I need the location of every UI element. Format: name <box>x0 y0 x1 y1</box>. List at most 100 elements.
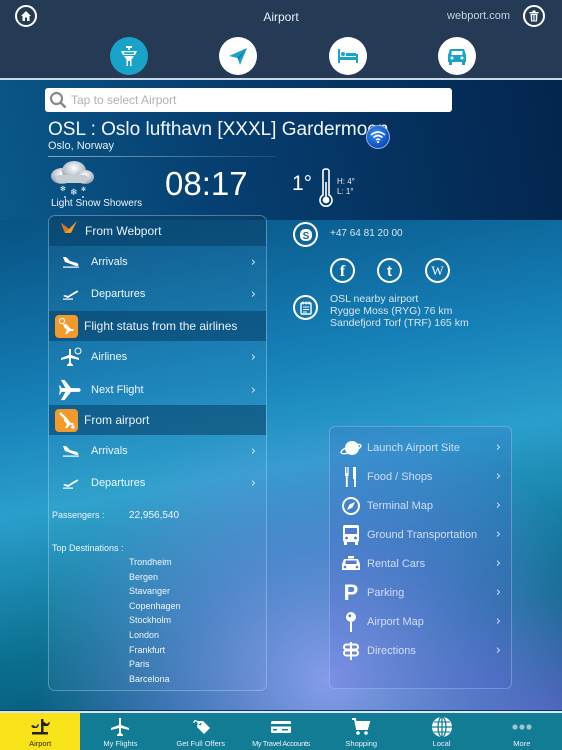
directions-row[interactable]: Directions › <box>330 636 511 665</box>
destination-item: Copenhagen <box>129 601 181 611</box>
plane-takeoff-icon <box>59 288 83 300</box>
top-bar: Airport webport.com <box>0 0 562 80</box>
airport-name: OSL : Oslo lufthavn [XXXL] Gardermoen <box>48 119 389 140</box>
chevron-right-icon: › <box>495 469 501 484</box>
bus-icon <box>340 524 362 546</box>
trash-icon <box>529 10 539 22</box>
tab-more[interactable]: More <box>482 713 562 750</box>
destination-item: Bergen <box>129 572 159 582</box>
nav-hotel-button[interactable] <box>329 37 367 75</box>
webport-departures-row[interactable]: Departures › <box>49 278 266 310</box>
next-flight-row[interactable]: Next Flight › <box>49 374 266 406</box>
trash-button[interactable] <box>523 5 545 27</box>
tab-local[interactable]: Local <box>401 713 481 750</box>
nav-car-button[interactable] <box>438 37 476 75</box>
facebook-icon: f <box>339 262 346 280</box>
nav-flights-button[interactable] <box>219 37 257 75</box>
airport-search-field[interactable] <box>45 88 452 112</box>
temperature-low: L: 1° <box>337 187 354 196</box>
globe-icon <box>431 716 453 738</box>
twitter-button[interactable]: t <box>377 258 402 283</box>
section-header-airline-status: Flight status from the airlines <box>49 311 266 341</box>
webport-arrivals-row[interactable]: Arrivals › <box>49 246 266 278</box>
nav-airport-button[interactable] <box>110 37 148 75</box>
flight-info-panel: From Webport Arrivals › Departures › Fli… <box>48 215 267 691</box>
svg-text:❄: ❄ <box>70 187 78 197</box>
chevron-right-icon: › <box>495 556 501 571</box>
chevron-right-icon: › <box>495 527 501 542</box>
wikipedia-button[interactable]: W <box>425 258 450 283</box>
airport-gate-icon <box>29 716 51 738</box>
credit-card-icon <box>270 716 292 738</box>
fork-knife-icon <box>340 466 362 488</box>
rental-cars-row[interactable]: Rental Cars › <box>330 549 511 578</box>
webport-link[interactable]: webport.com <box>447 10 510 22</box>
skype-button[interactable]: S <box>293 222 318 247</box>
row-label: Arrivals <box>91 256 128 268</box>
webport-bird-icon <box>53 221 77 239</box>
food-shops-row[interactable]: Food / Shops › <box>330 462 511 491</box>
passengers-value: 22,956,540 <box>129 510 180 521</box>
thermometer-icon <box>318 168 334 213</box>
row-label: Launch Airport Site <box>367 441 460 454</box>
weather-condition: Light Snow Showers <box>51 198 143 209</box>
taxi-icon <box>340 555 362 573</box>
tab-label: Get Full Offers <box>176 739 226 748</box>
nearby-title: OSL nearby airport <box>330 293 419 305</box>
temperature-high: H: 4° <box>337 177 355 186</box>
tab-label: Shopping <box>345 739 378 748</box>
tab-label: My Flights <box>103 739 138 748</box>
parking-row[interactable]: P Parking › <box>330 578 511 607</box>
airport-plane-icon <box>55 408 78 432</box>
plane-clock-icon <box>59 347 83 367</box>
airport-departures-row[interactable]: Departures › <box>49 467 266 499</box>
signpost-icon <box>340 641 362 661</box>
nearby-airport-item: Rygge Moss (RYG) 76 km <box>330 305 453 317</box>
terminal-map-row[interactable]: Terminal Map › <box>330 491 511 520</box>
tab-shopping[interactable]: Shopping <box>321 713 401 750</box>
tab-airport[interactable]: Airport <box>0 713 81 750</box>
row-label: Next Flight <box>91 384 144 396</box>
airport-search-input[interactable] <box>71 93 431 107</box>
chevron-right-icon: › <box>250 349 256 365</box>
tab-label: Local <box>432 739 451 748</box>
wifi-icon <box>370 131 386 144</box>
launch-airport-site-row[interactable]: Launch Airport Site › <box>330 433 511 462</box>
wifi-button[interactable] <box>366 125 390 149</box>
airlines-row[interactable]: Airlines › <box>49 341 266 373</box>
temperature-range: H: 4° L: 1° <box>337 177 355 197</box>
row-label: Parking <box>367 586 405 599</box>
svg-text:✻: ✻ <box>81 186 86 193</box>
airport-map-row[interactable]: Airport Map › <box>330 607 511 636</box>
ground-transportation-row[interactable]: Ground Transportation › <box>330 520 511 549</box>
tab-get-full-offers[interactable]: Get Full Offers <box>161 713 241 750</box>
twitter-icon: t <box>387 262 392 280</box>
top-destinations-label: Top Destinations : <box>52 543 124 553</box>
nearby-airports-button[interactable] <box>293 295 318 320</box>
paper-plane-icon <box>229 48 247 65</box>
tab-my-flights[interactable]: My Flights <box>80 713 160 750</box>
tab-my-travel-accounts[interactable]: My Travel Accounts <box>241 713 321 750</box>
section-title: From airport <box>84 413 150 427</box>
plane-landing-icon <box>59 445 83 457</box>
row-label: Airlines <box>91 351 128 363</box>
control-tower-icon <box>121 46 137 66</box>
row-label: Departures <box>91 288 146 300</box>
row-label: Arrivals <box>91 445 128 457</box>
phone-number[interactable]: +47 64 81 20 00 <box>330 228 403 239</box>
chevron-right-icon: › <box>495 498 501 513</box>
row-label: Airport Map <box>367 615 424 628</box>
plane-icon <box>59 378 83 402</box>
price-tag-icon <box>191 716 211 738</box>
chevron-right-icon: › <box>495 440 501 455</box>
section-title: Flight status from the airlines <box>84 319 238 333</box>
airport-services-panel: Launch Airport Site › Food / Shops › Ter… <box>329 426 512 689</box>
facebook-button[interactable]: f <box>330 258 355 283</box>
svg-text:S: S <box>302 231 309 242</box>
destination-item: Stockholm <box>129 615 172 625</box>
destination-item: Frankfurt <box>129 645 166 655</box>
skype-icon: S <box>299 228 312 242</box>
destination-item: Paris <box>129 659 150 669</box>
airport-arrivals-row[interactable]: Arrivals › <box>49 435 266 467</box>
row-label: Ground Transportation <box>367 528 478 541</box>
